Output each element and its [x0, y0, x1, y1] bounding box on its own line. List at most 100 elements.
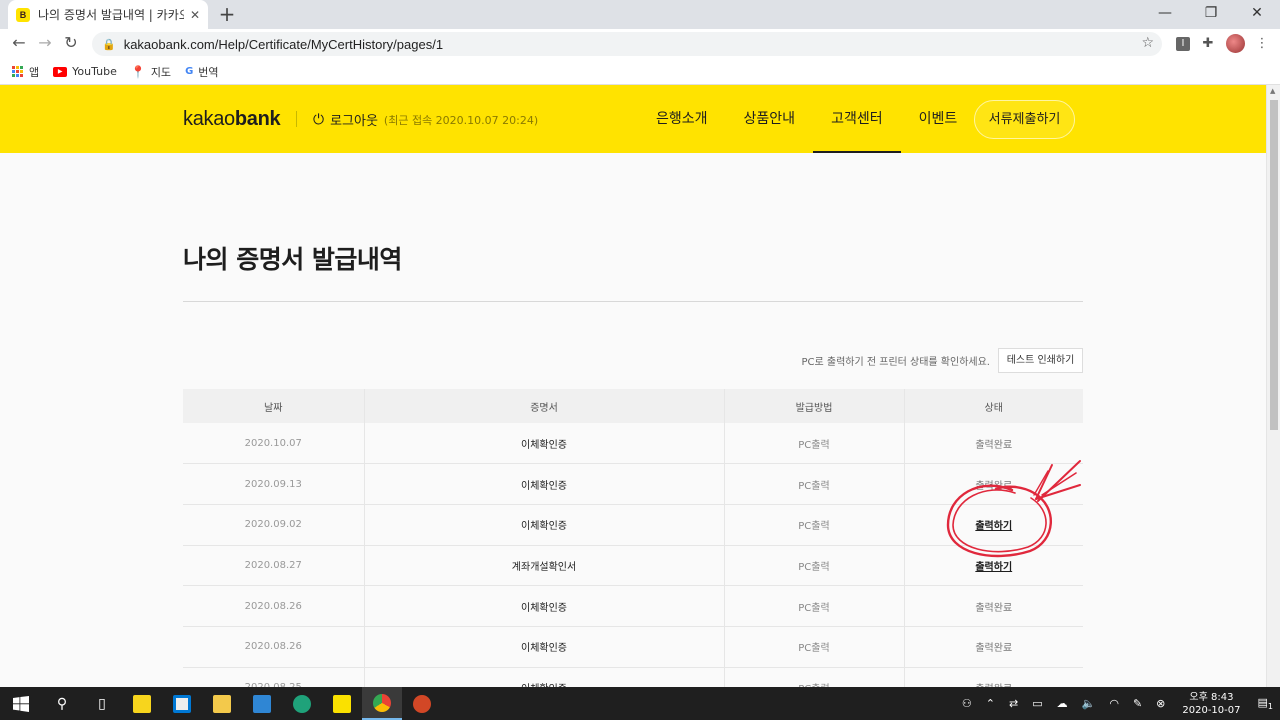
task-view-icon[interactable]: ▯ [82, 687, 122, 720]
profile-avatar[interactable] [1226, 34, 1245, 53]
scroll-up-icon[interactable]: ▲ [1270, 87, 1275, 95]
column-header-certificate: 증명서 [364, 389, 725, 423]
row-method: PC출력 [724, 463, 905, 505]
volume-icon[interactable]: 🔈 [1082, 697, 1096, 710]
wifi-icon[interactable]: ◠ [1109, 697, 1119, 710]
onedrive-icon[interactable]: ☁ [1057, 697, 1068, 710]
row-method: PC출력 [724, 585, 905, 627]
submit-documents-button[interactable]: 서류제출하기 [974, 100, 1075, 139]
table-row: 2020.08.26 이체확인증 PC출력 출력완료 [183, 626, 1083, 668]
nav-customer-center[interactable]: 고객센터 [813, 85, 901, 153]
search-icon[interactable]: ⚲ [42, 687, 82, 720]
browser-tab-bar: B 나의 증명서 발급내역 | 카카오뱅크 ✕ + — ❐ ✕ [0, 0, 1280, 29]
row-date: 2020.08.26 [183, 585, 365, 627]
bookmark-youtube[interactable]: ▶ YouTube [53, 65, 117, 78]
row-status: 출력완료 [904, 463, 1083, 505]
nav-bank-intro[interactable]: 은행소개 [638, 85, 726, 153]
row-date: 2020.09.13 [183, 463, 365, 505]
table-row: 2020.10.07 이체확인증 PC출력 출력완료 [183, 423, 1083, 465]
power-icon[interactable]: ⏻ [313, 112, 324, 128]
sticky-notes-icon[interactable] [122, 687, 162, 720]
row-date: 2020.08.26 [183, 626, 365, 668]
menu-icon[interactable]: ⋮ [1252, 34, 1272, 54]
nav-products[interactable]: 상품안내 [726, 85, 814, 153]
tab-close-icon[interactable]: ✕ [190, 8, 200, 22]
kakaobank-favicon-icon: B [16, 7, 30, 22]
row-certificate: 이체확인증 [364, 504, 725, 546]
bookmark-label: 지도 [150, 65, 172, 79]
address-bar[interactable]: 🔒 kakaobank.com/Help/Certificate/MyCertH… [92, 32, 1162, 56]
windows-start-icon[interactable] [0, 687, 42, 720]
nav-events[interactable]: 이벤트 [901, 85, 976, 153]
windows-taskbar: ⚲ ▯ ⚇ ⌃ ⇄ ▭ ☁ 🔈 ◠ ✎ ⊗ 오후 8:43 2020-10-07… [0, 687, 1280, 720]
url-text: kakaobank.com/Help/Certificate/MyCertHis… [123, 36, 444, 52]
table-row: 2020.09.13 이체확인증 PC출력 출력완료 [183, 463, 1083, 505]
logo-light-text: kakao [183, 108, 235, 130]
row-status: 출력완료 [904, 585, 1083, 627]
bookmark-translate[interactable]: G 번역 [185, 64, 218, 80]
header-divider [296, 111, 297, 127]
extensions-puzzle-icon[interactable]: ✚ [1198, 34, 1218, 54]
maximize-icon[interactable]: ❐ [1188, 0, 1234, 29]
table-row: 2020.08.26 이체확인증 PC출력 출력완료 [183, 585, 1083, 627]
minimize-icon[interactable]: — [1142, 0, 1188, 29]
certificate-history-table: 날짜 증명서 발급방법 상태 2020.10.07 이체확인증 PC출력 출력완료 20… [183, 389, 1083, 709]
reload-icon[interactable]: ↻ [60, 33, 82, 52]
page-scrollbar[interactable]: ▲ [1266, 85, 1280, 687]
clock-time: 오후 8:43 [1189, 691, 1234, 703]
file-explorer-icon[interactable] [202, 687, 242, 720]
bookmark-label: YouTube [72, 65, 117, 78]
taskbar-clock[interactable]: 오후 8:43 2020-10-07 [1182, 691, 1240, 717]
system-tray: ⚇ ⌃ ⇄ ▭ ☁ 🔈 ◠ ✎ ⊗ 오후 8:43 2020-10-07 ▤1 [955, 687, 1280, 720]
row-status: 출력완료 [904, 626, 1083, 668]
browser-tab[interactable]: B 나의 증명서 발급내역 | 카카오뱅크 ✕ [8, 0, 208, 29]
row-certificate: 이체확인증 [364, 423, 725, 465]
row-method: PC출력 [724, 504, 905, 546]
row-date: 2020.10.07 [183, 423, 365, 465]
table-header-row: 날짜 증명서 발급방법 상태 [183, 389, 1083, 423]
clock-date: 2020-10-07 [1182, 704, 1241, 716]
powerpoint-icon[interactable] [402, 687, 442, 720]
battery-icon[interactable]: ▭ [1032, 697, 1042, 710]
edge-icon[interactable] [282, 687, 322, 720]
kakaobank-logo[interactable]: kakaobank [183, 108, 281, 131]
pen-icon[interactable]: ✎ [1133, 697, 1142, 710]
notifications-icon[interactable]: ▤1 [1258, 696, 1274, 711]
test-print-button[interactable]: 테스트 인쇄하기 [998, 348, 1083, 373]
row-method: PC출력 [724, 423, 905, 465]
row-certificate: 계좌개설확인서 [364, 545, 725, 587]
close-window-icon[interactable]: ✕ [1234, 0, 1280, 29]
title-divider [183, 301, 1083, 302]
printer-notice: PC로 출력하기 전 프린터 상태를 확인하세요. [801, 357, 991, 368]
close-circle-icon[interactable]: ⊗ [1156, 697, 1165, 710]
new-tab-icon[interactable]: + [216, 3, 238, 25]
bookmarks-bar: 앱 ▶ YouTube 📍 지도 G 번역 [0, 59, 1280, 85]
print-link[interactable]: 출력하기 [904, 504, 1083, 546]
back-icon[interactable]: ← [8, 33, 30, 52]
column-header-method: 발급방법 [724, 389, 905, 423]
logout-area: ⏻ 로그아웃 (최근 접속 2020.10.07 20:24) [313, 110, 538, 130]
youtube-icon: ▶ [53, 66, 68, 77]
bookmark-maps[interactable]: 📍 지도 [131, 64, 171, 80]
sync-icon[interactable]: ⇄ [1009, 697, 1018, 710]
mail-icon[interactable] [242, 687, 282, 720]
people-icon[interactable]: ⚇ [962, 697, 972, 710]
kakaotalk-icon[interactable] [322, 687, 362, 720]
row-method: PC출력 [724, 626, 905, 668]
lock-icon: 🔒 [102, 37, 116, 51]
bookmark-apps[interactable]: 앱 [12, 64, 39, 80]
main-navigation: 은행소개 상품안내 고객센터 이벤트 [638, 85, 975, 153]
site-header: kakaobank ⏻ 로그아웃 (최근 접속 2020.10.07 20:24… [0, 85, 1266, 153]
logout-button[interactable]: 로그아웃 [330, 110, 378, 129]
print-link[interactable]: 출력하기 [904, 545, 1083, 587]
browser-toolbar: ← → ↻ 🔒 kakaobank.com/Help/Certificate/M… [0, 29, 1280, 59]
tray-chevron-icon[interactable]: ⌃ [986, 697, 995, 710]
chrome-icon[interactable] [362, 687, 402, 720]
forward-icon[interactable]: → [34, 33, 56, 52]
scrollbar-thumb[interactable] [1270, 100, 1278, 430]
extension-icon[interactable]: I [1176, 37, 1190, 51]
row-certificate: 이체확인증 [364, 626, 725, 668]
row-date: 2020.08.27 [183, 545, 365, 587]
store-icon[interactable] [162, 687, 202, 720]
bookmark-star-icon[interactable]: ☆ [1141, 35, 1154, 51]
